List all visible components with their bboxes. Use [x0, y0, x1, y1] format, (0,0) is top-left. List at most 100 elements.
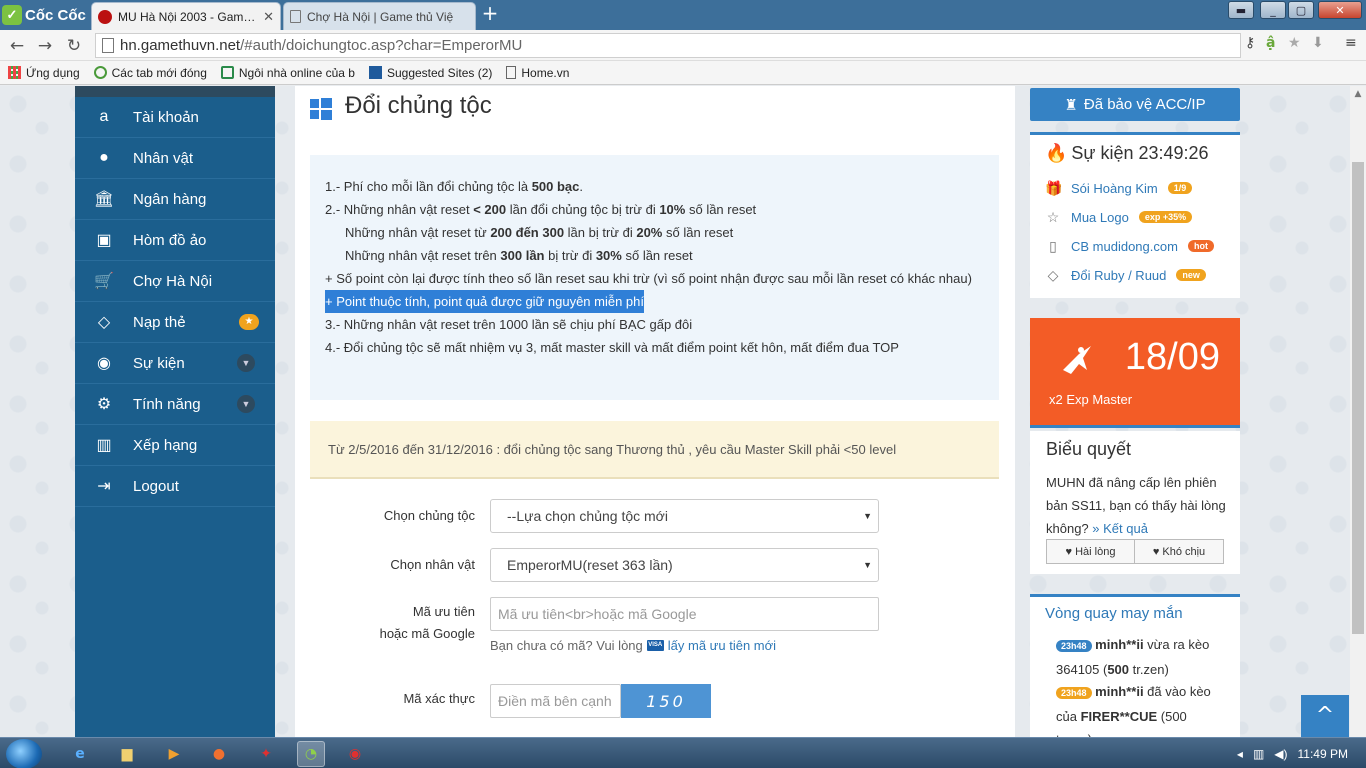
time-badge: 23h48: [1056, 687, 1092, 699]
event-item[interactable]: ▯ CB mudidong.com hot: [1045, 235, 1214, 257]
close-window-button[interactable]: ✕: [1318, 1, 1362, 19]
wheel-item: 23h48 minh**ii vừa ra kèo 364105 (500 tr…: [1056, 637, 1210, 677]
scrollbar-thumb[interactable]: [1352, 162, 1364, 634]
scroll-to-top-button[interactable]: ^: [1301, 695, 1349, 737]
bar-chart-icon: ▥: [96, 437, 112, 454]
maximize-button[interactable]: ▢: [1288, 1, 1314, 19]
reload-icon[interactable]: ↻: [63, 35, 85, 57]
new-tab-button[interactable]: +: [480, 3, 500, 23]
address-toolbar: ← → ↻ hn.gamethuvn.net/#auth/doichungtoc…: [0, 30, 1366, 61]
form-row-character: Chọn nhân vật EmperorMU(reset 363 lần) ▼: [310, 548, 999, 582]
url-bar[interactable]: hn.gamethuvn.net/#auth/doichungtoc.asp?c…: [95, 33, 1241, 58]
mu-game-icon[interactable]: ◉: [341, 741, 369, 767]
priority-code-input[interactable]: Mã ưu tiên<br>hoặc mã Google: [490, 597, 879, 631]
bookmark-online-home[interactable]: Ngôi nhà online của b: [220, 66, 355, 80]
bookmark-label: Ứng dụng: [26, 65, 80, 80]
poll-no-button[interactable]: ♥ Khó chịu: [1134, 539, 1224, 564]
character-label: Chọn nhân vật: [390, 557, 475, 572]
scroll-up-icon[interactable]: ▲: [1350, 86, 1366, 102]
lock-person-icon: ♜: [1064, 96, 1078, 114]
priority-code-placeholder: Mã ưu tiên<br>hoặc mã Google: [498, 606, 697, 622]
captcha-label: Mã xác thực: [403, 691, 475, 706]
protect-account-button[interactable]: ♜ Đã bảo vệ ACC/IP: [1030, 88, 1240, 121]
sidebar-item-logout[interactable]: ⇥ Logout: [75, 466, 275, 507]
browser-brand[interactable]: ✓ Cốc Cốc: [2, 3, 86, 27]
heart-icon: ♥: [1065, 545, 1073, 558]
bookmark-home-vn[interactable]: Home.vn: [506, 66, 569, 80]
bookmark-apps[interactable]: Ứng dụng: [8, 66, 80, 80]
start-button[interactable]: [6, 739, 42, 768]
poll-title: Biểu quyết: [1046, 439, 1132, 459]
priority-code-label: Mã ưu tiên hoặc mã Google: [379, 604, 475, 641]
caret-down-icon: ▼: [863, 560, 872, 570]
forward-icon[interactable]: →: [34, 35, 56, 57]
caret-down-icon: ▼: [863, 511, 872, 521]
folder-icon[interactable]: ▆: [113, 741, 141, 767]
back-icon[interactable]: ←: [6, 35, 28, 57]
tab-inactive[interactable]: Chợ Hà Nội | Game thủ Việ: [283, 2, 476, 30]
coccoc-taskbar-icon[interactable]: ◔: [297, 741, 325, 767]
star-badge-icon: ★: [239, 314, 259, 330]
character-select[interactable]: EmperorMU(reset 363 lần) ▼: [490, 548, 879, 582]
firefox-icon[interactable]: ●: [205, 741, 233, 767]
captcha-image: 150: [621, 684, 711, 718]
page-icon: [102, 38, 114, 53]
page-scrollbar[interactable]: ▲: [1350, 86, 1366, 737]
race-select[interactable]: --Lựa chọn chủng tộc mới ▼: [490, 499, 879, 533]
promo-banner[interactable]: 18/09 x2 Exp Master: [1030, 318, 1240, 428]
chevron-down-icon[interactable]: ▼: [237, 395, 255, 413]
coccoc-extension-icon[interactable]: ậ: [1266, 35, 1275, 51]
bookmark-recent-tabs[interactable]: Các tab mới đóng: [93, 65, 207, 80]
sidebar-item-label: Sự kiện: [133, 354, 185, 372]
sidebar-item-events[interactable]: ◉ Sự kiện ▼: [75, 343, 275, 384]
sidebar-item-label: Nhân vật: [133, 149, 194, 167]
info-line: 4.- Đổi chủng tộc sẽ mất nhiệm vụ 3, mất…: [325, 340, 899, 355]
bookmark-suggested-sites[interactable]: Suggested Sites (2): [368, 66, 492, 80]
sidebar-item-label: Tính năng: [133, 395, 201, 413]
sidebar-item-features[interactable]: ⚙ Tính năng ▼: [75, 384, 275, 425]
bookmarks-bar: Ứng dụng Các tab mới đóng Ngôi nhà onlin…: [0, 61, 1366, 85]
coccoc-logo-icon: ✓: [2, 5, 22, 25]
priority-code-help: Bạn chưa có mã? Vui lòng VISA lấy mã ưu …: [490, 638, 777, 653]
network-icon[interactable]: ▥: [1253, 747, 1264, 761]
clock[interactable]: 11:49 PM: [1298, 747, 1348, 761]
sidebar-item-topup[interactable]: ◇ Nạp thẻ ★: [75, 302, 275, 343]
bookmark-star-icon[interactable]: ★: [1288, 35, 1301, 51]
close-tab-icon[interactable]: ✕: [263, 9, 274, 25]
notice-text: Từ 2/5/2016 đến 31/12/2016 : đổi chủng t…: [328, 441, 897, 457]
info-line-highlighted: + Point thuộc tính, point quả được giữ n…: [325, 290, 984, 313]
poll-results-link[interactable]: » Kết quả: [1092, 521, 1148, 536]
main-panel: Đổi chủng tộc 1.- Phí cho mỗi lần đổi ch…: [295, 86, 1015, 737]
time-badge: 23h48: [1056, 640, 1092, 652]
ie-icon[interactable]: e: [66, 741, 94, 767]
tab-active[interactable]: MU Hà Nội 2003 - Gameth ✕: [91, 2, 281, 30]
sidebar-item-ranking[interactable]: ▥ Xếp hạng: [75, 425, 275, 466]
sidebar-item-market[interactable]: 🛒 Chợ Hà Nội: [75, 261, 275, 302]
event-badge: 1/9: [1167, 182, 1193, 194]
mobile-phone-icon: ▯: [1049, 237, 1057, 254]
captcha-placeholder: Điền mã bên cạnh: [498, 693, 612, 709]
event-item[interactable]: ☆ Mua Logo exp +35%: [1045, 206, 1193, 228]
game-launcher-icon[interactable]: ✦: [252, 741, 280, 767]
menu-icon[interactable]: ≡: [1345, 35, 1357, 51]
minimize-button[interactable]: _: [1260, 1, 1286, 19]
user-button[interactable]: ▬: [1228, 1, 1254, 19]
sidebar-item-character[interactable]: ● Nhân vật: [75, 138, 275, 179]
volume-icon[interactable]: ◀): [1274, 747, 1287, 761]
media-player-icon[interactable]: ▶: [160, 741, 188, 767]
event-badge: new: [1176, 269, 1206, 281]
captcha-input[interactable]: Điền mã bên cạnh: [490, 684, 621, 718]
get-priority-code-link[interactable]: lấy mã ưu tiên mới: [668, 638, 776, 653]
download-icon[interactable]: ⬇: [1312, 35, 1324, 51]
poll-yes-button[interactable]: ♥ Hài lòng: [1046, 539, 1135, 564]
sidebar-item-account[interactable]: a Tài khoản: [75, 97, 275, 138]
sidebar-item-label: Logout: [133, 477, 179, 495]
sidebar-item-bank[interactable]: 🏛 Ngân hàng: [75, 179, 275, 220]
sidebar-item-virtual-chest[interactable]: ▣ Hòm đồ ảo: [75, 220, 275, 261]
chevron-down-icon[interactable]: ▼: [237, 354, 255, 372]
bookmark-label: Các tab mới đóng: [111, 65, 207, 80]
key-icon[interactable]: ⚷: [1245, 35, 1255, 51]
tray-chevron-icon[interactable]: ◂: [1237, 747, 1243, 761]
event-item[interactable]: ◇ Đổi Ruby / Ruud new: [1045, 264, 1206, 286]
event-item[interactable]: 🎁 Sói Hoàng Kim 1/9: [1045, 177, 1193, 199]
